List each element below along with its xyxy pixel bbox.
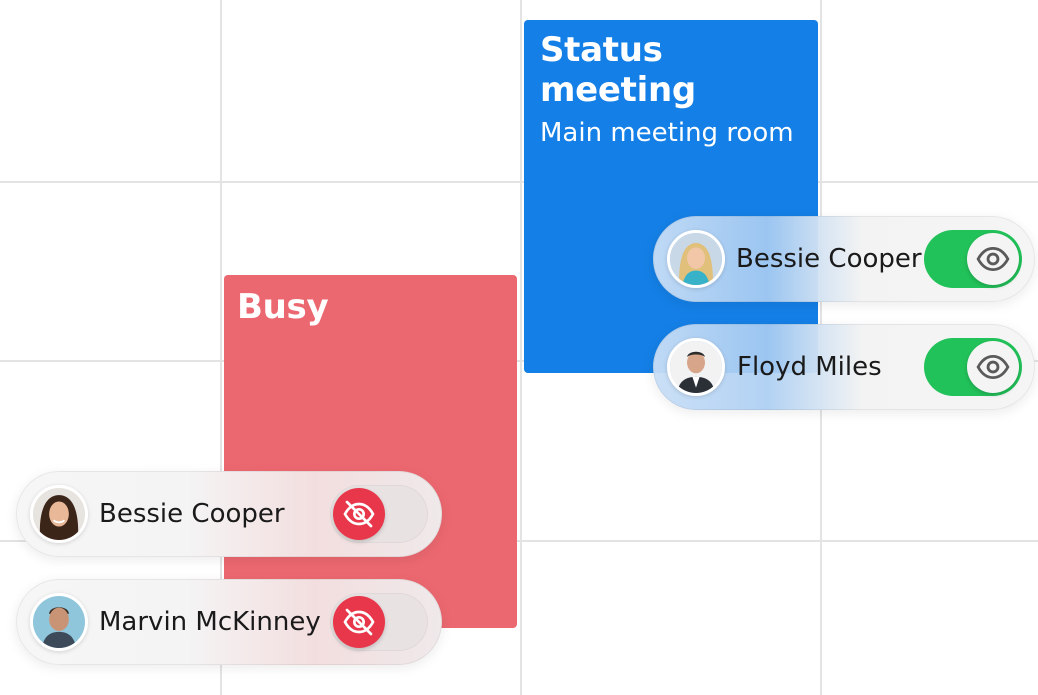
participant-name: Bessie Cooper [99,499,285,529]
participant-row: Floyd Miles [653,324,1035,410]
eye-off-icon [333,596,385,648]
visibility-toggle[interactable] [924,338,1022,396]
event-status-meeting[interactable]: Status meeting Main meeting room [524,20,818,373]
visibility-toggle[interactable] [330,593,428,651]
grid-row-divider [0,181,1038,183]
participant-row: Bessie Cooper [16,471,442,557]
visibility-toggle[interactable] [924,230,1022,288]
avatar [30,485,88,543]
participant-name: Bessie Cooper [736,244,922,274]
participant-row: Marvin McKinney [16,579,442,665]
participant-row: Bessie Cooper [653,216,1035,302]
eye-off-icon [333,488,385,540]
visibility-toggle[interactable] [330,485,428,543]
event-title: Busy [237,287,329,327]
participant-name: Floyd Miles [737,352,882,382]
eye-icon [967,233,1019,285]
grid-column-divider [520,0,522,695]
event-title: Status meeting [540,30,696,110]
participant-name: Marvin McKinney [99,607,321,637]
eye-icon [967,341,1019,393]
avatar [667,230,725,288]
avatar [667,338,725,396]
event-location: Main meeting room [540,118,794,148]
event-busy[interactable]: Busy [224,275,517,628]
avatar [30,593,88,651]
